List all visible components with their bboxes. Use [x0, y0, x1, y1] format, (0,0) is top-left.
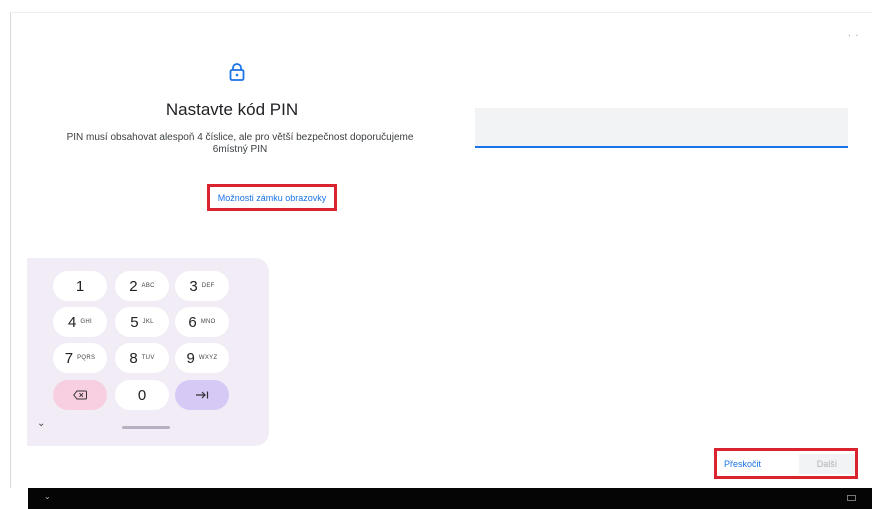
tab-next-icon: [196, 391, 209, 399]
key-digit: 9: [186, 349, 195, 367]
key-letters: MNO: [200, 319, 216, 325]
key-letters: TUV: [141, 355, 155, 361]
key-3[interactable]: 3 DEF: [175, 271, 229, 301]
key-1[interactable]: 1: [53, 271, 107, 301]
next-button[interactable]: Další: [799, 454, 855, 474]
key-letters: JKL: [142, 319, 154, 325]
numeric-keyboard: 1 2 ABC 3 DEF 4 GHI 5 JKL 6 MNO 7 PQRS 8…: [27, 258, 269, 446]
key-0[interactable]: 0: [115, 380, 169, 410]
key-digit: 2: [129, 277, 138, 295]
overflow-dots: . .: [848, 28, 860, 39]
next-key[interactable]: [175, 380, 229, 410]
key-4[interactable]: 4 GHI: [53, 307, 107, 337]
keyboard-drag-handle[interactable]: [122, 426, 170, 429]
key-7[interactable]: 7 PQRS: [53, 343, 107, 373]
nav-chevron-down-icon[interactable]: ⌄: [44, 492, 51, 501]
key-digit: 1: [75, 277, 85, 295]
key-letters: ABC: [141, 283, 155, 289]
key-9[interactable]: 9 WXYZ: [175, 343, 229, 373]
subtitle-line-2: 6místný PIN: [212, 144, 268, 155]
lock-icon: [229, 63, 245, 81]
keyboard-switch-icon[interactable]: [847, 495, 856, 501]
key-digit: 0: [137, 386, 147, 404]
key-digit: 8: [129, 349, 138, 367]
page-subtitle: PIN musí obsahovat alespoň 4 číslice, al…: [40, 132, 440, 156]
backspace-icon: [73, 390, 87, 400]
key-digit: 5: [130, 313, 139, 331]
key-letters: DEF: [201, 283, 215, 289]
pin-input[interactable]: [475, 108, 848, 148]
key-digit: 6: [188, 313, 197, 331]
footer-buttons: Přeskočit Další: [714, 448, 858, 479]
key-letters: PQRS: [77, 355, 96, 361]
key-digit: 3: [189, 277, 198, 295]
chevron-down-icon[interactable]: ⌄: [37, 418, 45, 429]
key-digit: 7: [64, 349, 74, 367]
delete-key[interactable]: [53, 380, 107, 410]
key-2[interactable]: 2 ABC: [115, 271, 169, 301]
system-nav-bar: ⌄: [28, 488, 872, 509]
key-digit: 4: [68, 313, 77, 331]
key-letters: GHI: [80, 319, 92, 325]
key-5[interactable]: 5 JKL: [115, 307, 169, 337]
skip-button[interactable]: Přeskočit: [724, 455, 761, 473]
key-8[interactable]: 8 TUV: [115, 343, 169, 373]
screen-lock-options-link[interactable]: Možnosti zámku obrazovky: [207, 184, 337, 211]
key-6[interactable]: 6 MNO: [175, 307, 229, 337]
key-letters: WXYZ: [198, 355, 218, 361]
subtitle-line-1: PIN musí obsahovat alespoň 4 číslice, al…: [66, 132, 414, 143]
page-title: Nastavte kód PIN: [165, 100, 299, 119]
